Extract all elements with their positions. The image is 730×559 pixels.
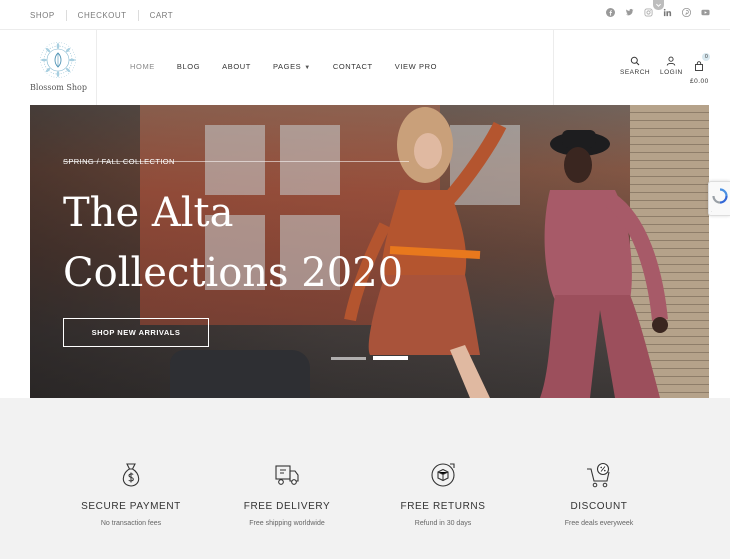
discount-cart-icon — [587, 462, 610, 488]
twitter-icon[interactable] — [625, 8, 634, 17]
caret-down-icon: ▼ — [304, 65, 311, 71]
nav-view-pro[interactable]: VIEW PRO — [395, 62, 437, 71]
nav-blog[interactable]: BLOG — [177, 62, 200, 71]
feature-subtitle: Free shipping worldwide — [249, 520, 325, 527]
feature-title: SECURE PAYMENT — [81, 501, 181, 512]
feature-free-delivery: FREE DELIVERY Free shipping worldwide — [209, 461, 365, 527]
hero-model-right — [540, 130, 668, 398]
feature-secure-payment: SECURE PAYMENT No transaction fees — [53, 461, 209, 527]
top-link-cart[interactable]: CART — [150, 11, 174, 20]
nav-about[interactable]: ABOUT — [222, 62, 251, 71]
recaptcha-badge[interactable]: - — [708, 181, 730, 216]
divider — [65, 10, 67, 21]
feature-title: DISCOUNT — [570, 501, 628, 512]
top-bar: SHOP CHECKOUT CART — [0, 0, 730, 30]
money-bag-icon — [122, 463, 140, 487]
hero-divider — [63, 161, 409, 162]
logo-text: Blossom Shop — [30, 83, 87, 92]
hero-title-line2: Collections 2020 — [63, 250, 404, 296]
hero-street-car — [170, 350, 310, 398]
slider-pagination — [331, 356, 408, 360]
feature-free-returns: FREE RETURNS Refund in 30 days — [365, 461, 521, 527]
header-tools: SEARCH LOGIN 0 £0.00 — [553, 30, 730, 105]
returns-box-icon — [431, 463, 455, 487]
nav-contact[interactable]: CONTACT — [333, 62, 373, 71]
cart-button[interactable]: 0 £0.00 — [690, 53, 711, 85]
nav-home[interactable]: HOME — [130, 62, 155, 71]
hero-title: The Alta Collections 2020 — [63, 183, 493, 303]
shop-new-arrivals-button[interactable]: SHOP NEW ARRIVALS — [63, 318, 209, 347]
search-icon — [630, 56, 640, 66]
search-label: SEARCH — [620, 69, 651, 76]
feature-subtitle: Free deals everyweek — [564, 520, 634, 527]
cart-count-badge: 0 — [702, 53, 711, 61]
site-logo[interactable]: Blossom Shop — [20, 30, 97, 105]
login-label: LOGIN — [660, 69, 683, 76]
divider — [137, 10, 139, 21]
nav-pages[interactable]: PAGES ▼ — [273, 62, 311, 71]
top-link-shop[interactable]: SHOP — [30, 11, 55, 20]
delivery-truck-icon — [275, 465, 299, 485]
feature-subtitle: No transaction fees — [100, 520, 162, 527]
recaptcha-terms: - — [711, 209, 712, 213]
login-button[interactable]: LOGIN — [660, 56, 683, 76]
instagram-icon[interactable] — [644, 8, 653, 17]
shopping-bag-icon — [695, 61, 704, 71]
site-header: Blossom Shop HOME BLOG ABOUT PAGES ▼ CONT… — [0, 30, 730, 105]
logo-mandala-icon — [40, 42, 76, 78]
feature-title: FREE DELIVERY — [243, 501, 331, 512]
user-icon — [667, 56, 676, 66]
cart-total: £0.00 — [690, 78, 709, 85]
search-button[interactable]: SEARCH — [620, 56, 650, 76]
features-strip: SECURE PAYMENT No transaction fees FREE … — [0, 398, 730, 559]
nav-pages-label: PAGES — [273, 62, 302, 71]
recaptcha-icon — [712, 188, 728, 204]
feature-title: FREE RETURNS — [400, 501, 486, 512]
top-link-checkout[interactable]: CHECKOUT — [78, 11, 127, 20]
social-links — [606, 8, 710, 17]
hero-title-line1: The Alta — [63, 190, 234, 236]
facebook-icon[interactable] — [606, 8, 615, 17]
main-nav: HOME BLOG ABOUT PAGES ▼ CONTACT VIEW PRO — [130, 62, 437, 71]
feature-subtitle: Refund in 30 days — [414, 520, 472, 527]
hero-slider: SPRING / FALL COLLECTION The AltaCollect… — [30, 105, 709, 398]
slide-dot-2[interactable] — [373, 356, 408, 360]
linkedin-icon[interactable] — [663, 8, 672, 17]
feature-discount: DISCOUNT Free deals everyweek — [521, 461, 677, 527]
top-nav: SHOP CHECKOUT CART — [30, 10, 173, 21]
cart-icon-wrap: 0 — [694, 53, 711, 75]
pinterest-icon[interactable] — [682, 8, 691, 17]
slide-dot-1[interactable] — [331, 357, 366, 360]
youtube-icon[interactable] — [701, 8, 710, 17]
